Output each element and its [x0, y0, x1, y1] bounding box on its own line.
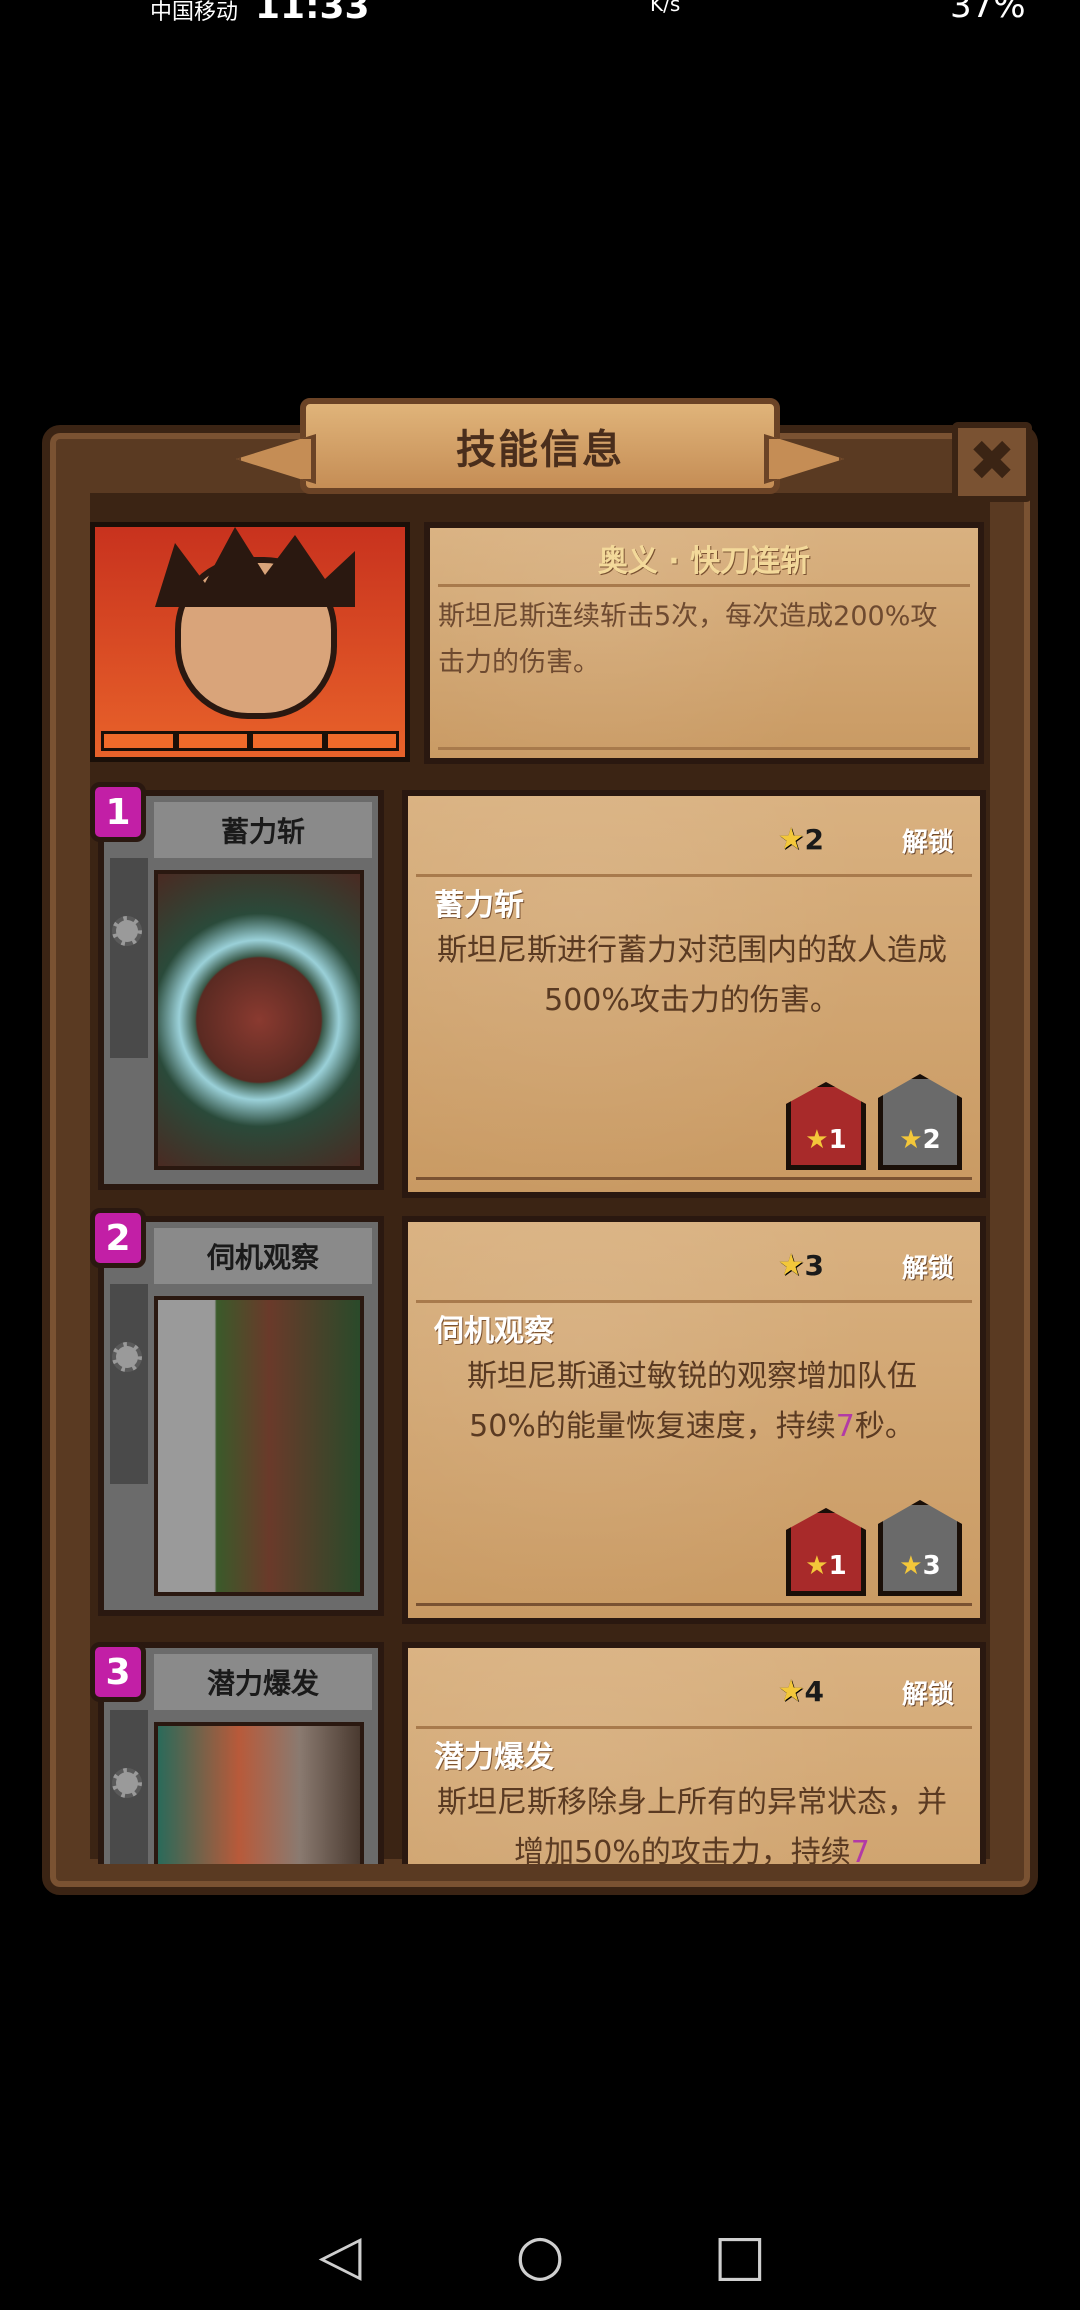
- hero-energy-bar: [101, 731, 399, 751]
- status-bar: 中国移动 11:33 K/s 37%: [0, 0, 1080, 27]
- unlock-label: 解锁: [901, 1680, 954, 1710]
- back-icon: ◁: [318, 2222, 362, 2288]
- star-requirement: ★2: [778, 822, 824, 857]
- star-count: 4: [804, 1675, 824, 1708]
- card-side: [110, 858, 148, 1058]
- skill-description: 斯坦尼斯移除身上所有的异常状态，并增加50%的攻击力，持续7: [434, 1778, 950, 1864]
- hero-hair: [155, 527, 355, 607]
- divider: [438, 584, 970, 587]
- level-number: 1: [828, 1551, 847, 1581]
- back-button[interactable]: ◁: [310, 2222, 370, 2288]
- recent-apps-button[interactable]: □: [710, 2222, 770, 2288]
- description-text: 斯坦尼斯移除身上所有的异常状态，并增加50%的攻击力，持续: [437, 1785, 947, 1864]
- card-side: [110, 1284, 148, 1484]
- skill-card-name: 伺机观察: [154, 1228, 372, 1284]
- skill-number-badge: 2: [90, 1208, 146, 1268]
- skill-number-badge: 1: [90, 782, 146, 842]
- battery-level: 37%: [950, 0, 1026, 26]
- star-icon: ★: [899, 1551, 923, 1581]
- gray-level-marker: ★ 3: [878, 1500, 962, 1596]
- skill-row-2[interactable]: 伺机观察 2 ★3 解锁 伺机观察 斯坦尼斯通过敏锐的观察增加队伍50%的能量恢…: [90, 1208, 988, 1626]
- carrier-label: 中国移动: [150, 0, 239, 25]
- divider: [416, 874, 972, 877]
- divider: [438, 747, 970, 750]
- star-icon: ★: [777, 1248, 805, 1283]
- ultimate-name: 奥义 · 快刀连斩: [597, 544, 811, 579]
- recent-apps-icon: □: [713, 2222, 767, 2288]
- close-button[interactable]: ✖: [952, 422, 1032, 502]
- highlight-value: 7: [835, 1409, 855, 1444]
- star-icon: ★: [805, 1551, 829, 1581]
- skill-detail: ★2 解锁 蓄力斩 斯坦尼斯进行蓄力对范围内的敌人造成500%攻击力的伤害。 ★…: [402, 790, 986, 1198]
- divider: [416, 1177, 972, 1180]
- description-text: 斯坦尼斯进行蓄力对范围内的敌人造成500%攻击力的伤害。: [437, 933, 947, 1018]
- description-tail: 秒。: [854, 1409, 915, 1444]
- star-icon: ★: [777, 1674, 805, 1709]
- star-icon: ★: [777, 822, 805, 857]
- system-nav-bar: ◁ ○ □: [0, 2200, 1080, 2310]
- star-count: 3: [804, 1249, 824, 1282]
- network-speed: K/s: [650, 0, 681, 16]
- skill-art: [154, 1722, 364, 1864]
- skill-number-badge: 3: [90, 1642, 146, 1702]
- skill-card-name: 潜力爆发: [154, 1654, 372, 1710]
- skill-card[interactable]: 伺机观察: [98, 1216, 384, 1616]
- skill-detail: ★3 解锁 伺机观察 斯坦尼斯通过敏锐的观察增加队伍50%的能量恢复速度，持续7…: [402, 1216, 986, 1624]
- gear-icon: [112, 1768, 142, 1798]
- star-count: 2: [804, 823, 824, 856]
- skill-art: [154, 870, 364, 1170]
- star-icon: ★: [899, 1125, 923, 1155]
- divider: [416, 1300, 972, 1303]
- panel-title: 技能信息: [456, 427, 624, 473]
- home-button[interactable]: ○: [510, 2222, 570, 2288]
- skill-description: 斯坦尼斯通过敏锐的观察增加队伍50%的能量恢复速度，持续7秒。: [434, 1352, 950, 1452]
- clock: 11:33: [255, 0, 370, 27]
- skill-row-3[interactable]: 潜力爆发 3 ★4 解锁 潜力爆发 斯坦尼斯移除身上所有的异常状态，并增加50%…: [90, 1642, 988, 1864]
- unlock-label: 解锁: [901, 1254, 954, 1284]
- home-icon: ○: [515, 2222, 565, 2288]
- gear-icon: [112, 916, 142, 946]
- level-number: 3: [922, 1551, 941, 1581]
- ultimate-skill-box: 奥义 · 快刀连斩 斯坦尼斯连续斩击5次，每次造成200%攻击力的伤害。: [424, 522, 984, 764]
- skill-description: 斯坦尼斯进行蓄力对范围内的敌人造成500%攻击力的伤害。: [434, 926, 950, 1026]
- gear-icon: [112, 1342, 142, 1372]
- divider: [416, 1726, 972, 1729]
- star-icon: ★: [805, 1125, 829, 1155]
- highlight-value: 7: [850, 1835, 870, 1864]
- unlock-label: 解锁: [901, 828, 954, 858]
- skill-art: [154, 1296, 364, 1596]
- skill-detail: ★4 解锁 潜力爆发 斯坦尼斯移除身上所有的异常状态，并增加50%的攻击力，持续…: [402, 1642, 986, 1864]
- divider: [416, 1603, 972, 1606]
- skill-title: 蓄力斩: [434, 888, 524, 923]
- ultimate-description: 斯坦尼斯连续斩击5次，每次造成200%攻击力的伤害。: [438, 601, 938, 678]
- skill-title: 潜力爆发: [434, 1740, 554, 1775]
- level-number: 2: [922, 1125, 941, 1155]
- star-requirement: ★4: [778, 1674, 824, 1709]
- title-banner: 技能信息: [300, 398, 780, 494]
- close-x-icon: ✖: [968, 429, 1016, 494]
- star-requirement: ★3: [778, 1248, 824, 1283]
- hero-portrait: [90, 522, 410, 762]
- skill-title: 伺机观察: [434, 1314, 554, 1349]
- skill-card[interactable]: 蓄力斩: [98, 790, 384, 1190]
- gray-level-marker: ★ 2: [878, 1074, 962, 1170]
- level-number: 1: [828, 1125, 847, 1155]
- skill-card-name: 蓄力斩: [154, 802, 372, 858]
- red-level-marker: ★ 1: [786, 1082, 866, 1170]
- skill-row-1[interactable]: 蓄力斩 1 ★2 解锁 蓄力斩 斯坦尼斯进行蓄力对范围内的敌人造成500%攻击力…: [90, 782, 988, 1200]
- red-level-marker: ★ 1: [786, 1508, 866, 1596]
